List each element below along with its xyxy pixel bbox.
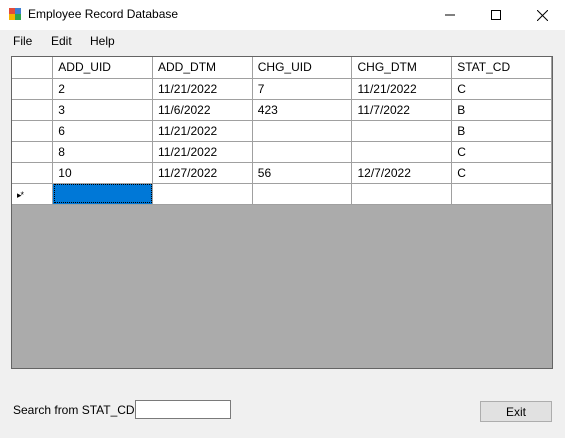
column-header-stat-cd[interactable]: STAT_CD xyxy=(451,57,552,79)
table-row: 6 11/21/2022 B xyxy=(12,120,552,142)
row-header[interactable] xyxy=(12,99,54,121)
cell-stat-cd[interactable]: B xyxy=(451,120,552,142)
row-header[interactable] xyxy=(12,120,54,142)
close-icon xyxy=(536,9,548,21)
new-row-cell[interactable] xyxy=(152,183,253,205)
cell-stat-cd[interactable]: B xyxy=(451,99,552,121)
cell-chg-uid[interactable] xyxy=(252,120,353,142)
header-row: ADD_UID ADD_DTM CHG_UID CHG_DTM STAT_CD xyxy=(12,57,552,79)
exit-button[interactable]: Exit xyxy=(480,401,552,422)
cell-chg-uid[interactable]: 56 xyxy=(252,162,353,184)
cell-add-uid[interactable]: 6 xyxy=(52,120,154,142)
minimize-icon xyxy=(445,14,455,16)
cell-add-dtm[interactable]: 11/21/2022 xyxy=(152,120,253,142)
table-row: 10 11/27/2022 56 12/7/2022 C xyxy=(12,162,552,184)
column-header-add-uid[interactable]: ADD_UID xyxy=(52,57,154,79)
table-row: 3 11/6/2022 423 11/7/2022 B xyxy=(12,99,552,121)
cell-chg-uid[interactable]: 7 xyxy=(252,78,353,100)
column-header-chg-uid[interactable]: CHG_UID xyxy=(252,57,353,79)
selected-cell[interactable] xyxy=(52,183,154,205)
cell-add-dtm[interactable]: 11/21/2022 xyxy=(152,141,253,163)
data-grid[interactable]: ADD_UID ADD_DTM CHG_UID CHG_DTM STAT_CD … xyxy=(11,56,553,369)
row-header[interactable] xyxy=(12,78,54,100)
cell-add-uid[interactable]: 10 xyxy=(52,162,154,184)
menu-file[interactable]: File xyxy=(13,34,32,48)
menu-help[interactable]: Help xyxy=(90,34,115,48)
corner-header[interactable] xyxy=(12,57,54,79)
search-label: Search from STAT_CD: xyxy=(13,403,138,417)
cell-chg-dtm[interactable]: 11/7/2022 xyxy=(351,99,453,121)
row-header[interactable] xyxy=(12,162,54,184)
cell-add-dtm[interactable]: 11/27/2022 xyxy=(152,162,253,184)
close-button[interactable] xyxy=(519,0,565,30)
column-header-chg-dtm[interactable]: CHG_DTM xyxy=(351,57,453,79)
new-row-marker-icon: ▸* xyxy=(17,189,24,200)
new-row: ▸* xyxy=(12,183,552,205)
window-title: Employee Record Database xyxy=(28,7,179,21)
cell-stat-cd[interactable]: C xyxy=(451,141,552,163)
cell-stat-cd[interactable]: C xyxy=(451,162,552,184)
app-form-icon xyxy=(8,7,22,21)
table-row: 2 11/21/2022 7 11/21/2022 C xyxy=(12,78,552,100)
cell-chg-dtm[interactable] xyxy=(351,141,453,163)
data-grid-table: ADD_UID ADD_DTM CHG_UID CHG_DTM STAT_CD … xyxy=(12,57,552,205)
menu-edit[interactable]: Edit xyxy=(51,34,72,48)
table-row: 8 11/21/2022 C xyxy=(12,141,552,163)
new-row-header[interactable]: ▸* xyxy=(12,183,54,205)
cell-add-uid[interactable]: 3 xyxy=(52,99,154,121)
new-row-cell[interactable] xyxy=(451,183,552,205)
cell-add-dtm[interactable]: 11/6/2022 xyxy=(152,99,253,121)
cell-add-dtm[interactable]: 11/21/2022 xyxy=(152,78,253,100)
cell-stat-cd[interactable]: C xyxy=(451,78,552,100)
title-bar: Employee Record Database xyxy=(0,0,565,30)
new-row-cell[interactable] xyxy=(252,183,353,205)
new-row-cell[interactable] xyxy=(351,183,453,205)
maximize-icon xyxy=(491,10,501,20)
cell-chg-dtm[interactable]: 11/21/2022 xyxy=(351,78,453,100)
cell-chg-uid[interactable] xyxy=(252,141,353,163)
cell-chg-uid[interactable]: 423 xyxy=(252,99,353,121)
row-header[interactable] xyxy=(12,141,54,163)
cell-add-uid[interactable]: 2 xyxy=(52,78,154,100)
minimize-button[interactable] xyxy=(427,0,473,30)
maximize-button[interactable] xyxy=(473,0,519,30)
cell-chg-dtm[interactable]: 12/7/2022 xyxy=(351,162,453,184)
search-input[interactable] xyxy=(135,400,231,419)
cell-chg-dtm[interactable] xyxy=(351,120,453,142)
menu-bar: File Edit Help xyxy=(0,30,565,52)
cell-add-uid[interactable]: 8 xyxy=(52,141,154,163)
column-header-add-dtm[interactable]: ADD_DTM xyxy=(152,57,253,79)
